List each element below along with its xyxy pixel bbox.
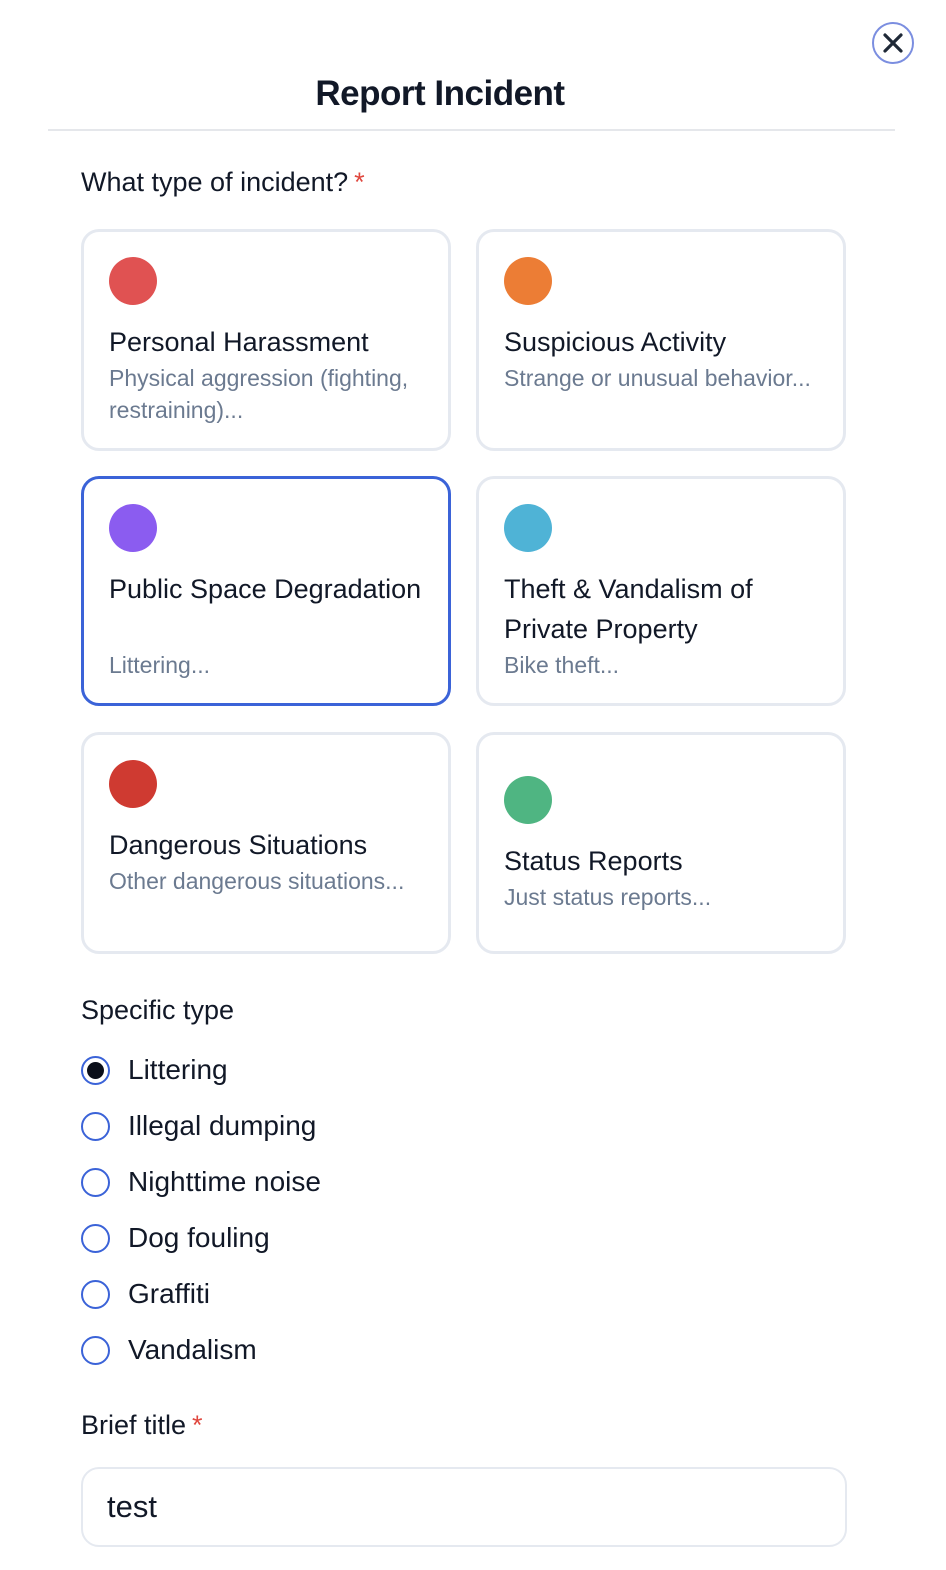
category-color-dot <box>109 504 157 552</box>
radio-label: Graffiti <box>128 1278 210 1309</box>
brief-title-label: Brief title * <box>81 1410 203 1441</box>
radio-label: Illegal dumping <box>128 1110 317 1141</box>
incident-type-label: What type of incident? * <box>81 167 365 198</box>
radio-button[interactable] <box>81 1335 110 1365</box>
radio-option-illegal-dumping[interactable]: Illegal dumping <box>81 1108 316 1144</box>
required-mark: * <box>354 167 365 197</box>
radio-option-graffiti[interactable]: Graffiti <box>81 1276 210 1312</box>
incident-type-label-text: What type of incident? <box>81 167 349 197</box>
category-color-dot <box>109 257 157 305</box>
category-color-dot <box>504 776 552 824</box>
radio-button[interactable] <box>81 1167 110 1197</box>
brief-title-input[interactable] <box>81 1467 847 1547</box>
modal-title: Report Incident <box>315 74 565 113</box>
radio-button[interactable] <box>81 1111 110 1141</box>
card-description: Just status reports... <box>504 884 712 910</box>
card-title: Personal Harassment <box>109 327 369 357</box>
card-description: Physical aggression (fighting, restraini… <box>109 365 409 423</box>
incident-card-status-reports[interactable]: Status Reports Just status reports... <box>476 732 846 954</box>
required-mark: * <box>192 1410 203 1440</box>
brief-title-label-text: Brief title <box>81 1410 187 1440</box>
header-divider <box>48 129 895 131</box>
radio-button[interactable] <box>81 1055 110 1085</box>
radio-label: Dog fouling <box>128 1222 270 1253</box>
radio-label: Nighttime noise <box>128 1166 321 1197</box>
close-button[interactable] <box>872 22 914 64</box>
radio-label: Littering <box>128 1054 228 1085</box>
card-description: Strange or unusual behavior... <box>504 365 811 391</box>
card-title: Status Reports <box>504 846 683 876</box>
card-title: Theft & Vandalism of Private Property <box>504 574 753 644</box>
card-description: Bike theft... <box>504 652 620 678</box>
radio-option-dog-fouling[interactable]: Dog fouling <box>81 1220 270 1256</box>
radio-option-vandalism[interactable]: Vandalism <box>81 1332 257 1368</box>
incident-card-public-space-degradation[interactable]: Public Space Degradation Littering... <box>81 476 451 706</box>
radio-button[interactable] <box>81 1279 110 1309</box>
radio-label: Vandalism <box>128 1334 257 1365</box>
incident-card-suspicious-activity[interactable]: Suspicious Activity Strange or unusual b… <box>476 229 846 451</box>
card-title: Dangerous Situations <box>109 830 368 860</box>
close-icon <box>883 33 903 53</box>
report-incident-modal: Report Incident What type of incident? * … <box>0 0 946 1570</box>
category-color-dot <box>109 760 157 808</box>
card-description: Other dangerous situations... <box>109 868 405 894</box>
category-color-dot <box>504 257 552 305</box>
incident-card-personal-harassment[interactable]: Personal Harassment Physical aggression … <box>81 229 451 451</box>
incident-card-dangerous-situations[interactable]: Dangerous Situations Other dangerous sit… <box>81 732 451 954</box>
card-description: Littering... <box>109 652 210 678</box>
category-color-dot <box>504 504 552 552</box>
radio-option-nighttime-noise[interactable]: Nighttime noise <box>81 1164 321 1200</box>
card-title: Suspicious Activity <box>504 327 727 357</box>
card-title: Public Space Degradation <box>109 574 422 604</box>
radio-option-littering[interactable]: Littering <box>81 1052 228 1088</box>
radio-button[interactable] <box>81 1223 110 1253</box>
incident-card-theft-vandalism[interactable]: Theft & Vandalism of Private Property Bi… <box>476 476 846 706</box>
specific-type-label: Specific type <box>81 995 235 1025</box>
radio-selected-dot <box>87 1061 104 1079</box>
